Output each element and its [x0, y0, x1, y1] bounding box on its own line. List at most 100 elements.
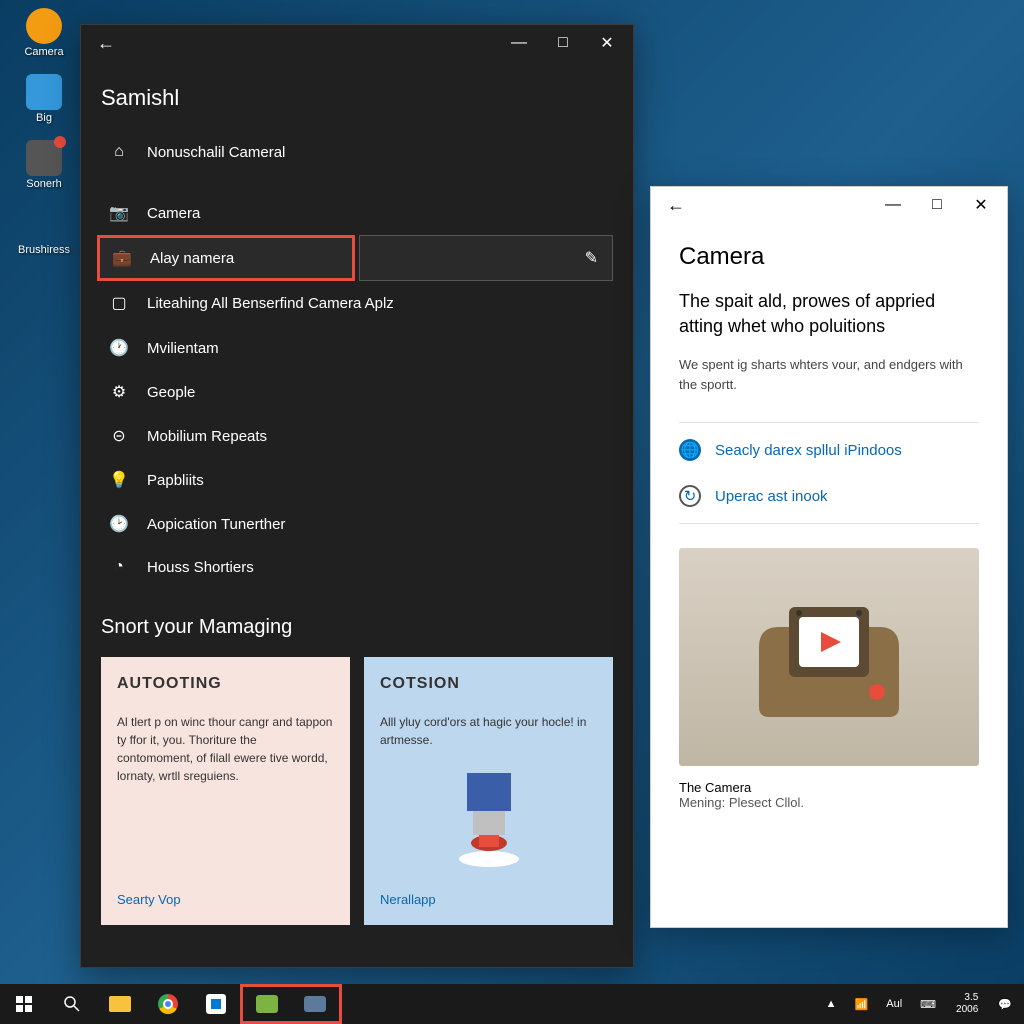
camera-preview-image: [679, 548, 979, 766]
back-button[interactable]: ←: [85, 33, 127, 54]
settings-titlebar: ← ― □ ✕: [81, 25, 633, 61]
taskbar-explorer[interactable]: [96, 984, 144, 1024]
nav-home[interactable]: ⌂ Nonuschalil Cameral: [101, 131, 613, 173]
search-icon: [63, 995, 81, 1013]
nav-label: Aopication Tunerther: [147, 516, 285, 533]
start-button[interactable]: [0, 984, 48, 1024]
window-controls: ― □ ✕: [871, 189, 1003, 221]
nav-papbliits[interactable]: 💡 Papbliits: [101, 458, 613, 502]
search-button[interactable]: [48, 984, 96, 1024]
taskbar-store[interactable]: [192, 984, 240, 1024]
desktop-icon-brushiress[interactable]: Brushiress: [12, 206, 76, 256]
camera-caption2: Mening: Plesect Cllol.: [679, 795, 979, 810]
maximize-button[interactable]: □: [915, 189, 959, 221]
taskbar-right: ▲ 📶 Aul ⌨ 3.5 2006 💬: [822, 984, 1024, 1024]
camera-link-1[interactable]: 🌐 Seacly darex spllul iPindoos: [679, 427, 979, 473]
card-illustration: [380, 760, 597, 880]
camera-title: Camera: [679, 243, 979, 271]
cards-row: AUTOOTING Al tlert p on winc thour cangr…: [101, 657, 613, 925]
taskbar-camera-app[interactable]: [291, 987, 339, 1021]
minimize-button[interactable]: ―: [497, 27, 541, 59]
desktop-icon-sonerh[interactable]: Sonerh: [12, 140, 76, 190]
back-button[interactable]: ←: [655, 195, 697, 216]
settings-body: Samishl ⌂ Nonuschalil Cameral 📷 Camera 💼…: [81, 61, 633, 933]
gear-icon: ⚙: [109, 382, 129, 402]
nav-label: Alay namera: [150, 250, 234, 267]
desktop-icons: Camera Big Sonerh Brushiress: [12, 8, 76, 256]
taskbar-left: [0, 984, 342, 1024]
nav-houss[interactable]: ◔ Houss Shortiers: [101, 546, 613, 588]
taskbar-chrome[interactable]: [144, 984, 192, 1024]
green-app-icon: [256, 995, 278, 1013]
card-body: Al tlert p on winc thour cangr and tappo…: [117, 713, 334, 892]
desktop-icon-label: Sonerh: [26, 178, 61, 190]
close-button[interactable]: ✕: [585, 27, 629, 59]
clock-icon: 🕐: [109, 338, 129, 358]
camera-caption: The Camera: [679, 780, 979, 795]
tray-keyboard[interactable]: ⌨: [916, 998, 940, 1011]
nav-aopication[interactable]: 🕑 Aopication Tunerther: [101, 502, 613, 546]
nav-geople[interactable]: ⚙ Geople: [101, 370, 613, 414]
sonerh-icon: [26, 140, 62, 176]
nav-label: Geople: [147, 384, 195, 401]
camera-links: 🌐 Seacly darex spllul iPindoos ↻ Uperac …: [679, 422, 979, 524]
clock-date: 2006: [956, 1004, 978, 1016]
clock-time: 3.5: [964, 992, 978, 1004]
desktop-icon-label: Brushiress: [18, 244, 70, 256]
store-icon: [26, 74, 62, 110]
taskbar-highlighted-apps: [240, 984, 342, 1024]
tray-action-center[interactable]: 💬: [994, 998, 1016, 1011]
tray-chevron[interactable]: ▲: [822, 998, 841, 1010]
taskbar-clock[interactable]: 3.5 2006: [950, 992, 984, 1016]
nav-label: Mvilientam: [147, 340, 219, 357]
camera-icon: 📷: [109, 203, 129, 223]
home-icon: ⌂: [109, 143, 129, 161]
tray-lang[interactable]: Aul: [882, 998, 906, 1010]
clock2-icon: 🕑: [109, 514, 129, 534]
nav-label: Liteahing All Benserfind Camera Aplz: [147, 293, 394, 314]
taskbar-app-green[interactable]: [243, 987, 291, 1021]
taskbar: ▲ 📶 Aul ⌨ 3.5 2006 💬: [0, 984, 1024, 1024]
globe-icon: 🌐: [679, 439, 701, 461]
chrome-icon: [158, 994, 178, 1014]
nav-label: Nonuschalil Cameral: [147, 144, 285, 161]
card-autooting[interactable]: AUTOOTING Al tlert p on winc thour cangr…: [101, 657, 350, 925]
nav-mobilium[interactable]: ⊝ Mobilium Repeats: [101, 414, 613, 458]
card-link[interactable]: Searty Vop: [117, 892, 334, 907]
desktop-icon-camera[interactable]: Camera: [12, 8, 76, 58]
nav-camera[interactable]: 📷 Camera: [101, 191, 613, 235]
link-label: Uperac ast inook: [715, 488, 828, 505]
card-cotsion[interactable]: COTSION Alll yluy cord'ors at hagic your…: [364, 657, 613, 925]
settings-window: ← ― □ ✕ Samishl ⌂ Nonuschalil Cameral 📷 …: [80, 24, 634, 968]
tray-network[interactable]: 📶: [851, 998, 873, 1011]
nav-edit-field[interactable]: ✎: [359, 235, 613, 281]
refresh-icon: ↻: [679, 485, 701, 507]
camera-desc: We spent ig sharts whters vour, and endg…: [679, 355, 979, 394]
nav-label: Camera: [147, 205, 200, 222]
square-icon: ▢: [109, 293, 129, 313]
card-title: AUTOOTING: [117, 675, 334, 693]
camera-window: ← ― □ ✕ Camera The spait ald, prowes of …: [650, 186, 1008, 928]
nav-mvilientam[interactable]: 🕐 Mvilientam: [101, 326, 613, 370]
desktop-icon-big[interactable]: Big: [12, 74, 76, 124]
nav-label: Mobilium Repeats: [147, 428, 267, 445]
maximize-button[interactable]: □: [541, 27, 585, 59]
card-title: COTSION: [380, 675, 597, 693]
bag-icon: 💼: [112, 248, 132, 268]
camera-taskbar-icon: [304, 996, 326, 1012]
brushiress-icon: [26, 206, 62, 242]
store-icon: [206, 994, 226, 1014]
settings-title: Samishl: [101, 69, 613, 131]
nav-camera-aplz[interactable]: ▢ Liteahing All Benserfind Camera Aplz: [101, 281, 613, 326]
nav-alay-namera[interactable]: 💼 Alay namera: [97, 235, 355, 281]
desktop-icon-label: Big: [36, 112, 52, 124]
nav-label: Houss Shortiers: [147, 559, 254, 576]
folder-icon: [109, 996, 131, 1012]
window-controls: ― □ ✕: [497, 27, 629, 59]
camera-body: Camera The spait ald, prowes of appried …: [651, 223, 1007, 830]
camera-link-2[interactable]: ↻ Uperac ast inook: [679, 473, 979, 519]
minimize-button[interactable]: ―: [871, 189, 915, 221]
card-link[interactable]: Nerallapp: [380, 892, 597, 907]
close-button[interactable]: ✕: [959, 189, 1003, 221]
link-label: Seacly darex spllul iPindoos: [715, 442, 902, 459]
